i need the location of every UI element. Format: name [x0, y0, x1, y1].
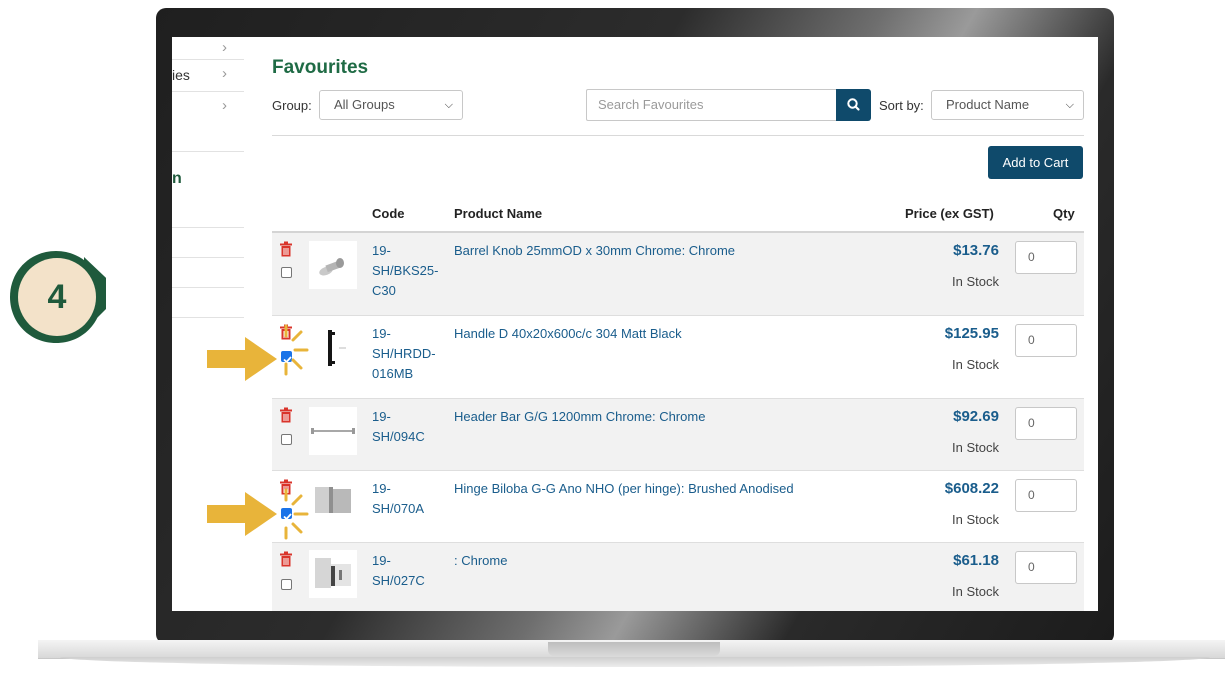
product-name-link[interactable]: : Chrome: [454, 553, 507, 568]
sort-select-value: Product Name: [946, 97, 1030, 112]
highlight-burst-icon: [284, 324, 309, 376]
column-header-code: Code: [372, 206, 405, 221]
arrow-right-icon: [207, 492, 277, 536]
column-header-qty: Qty: [1053, 206, 1075, 221]
quantity-input[interactable]: 0: [1015, 551, 1077, 584]
product-code[interactable]: 19- SH/BKS25- C30: [372, 241, 438, 301]
step-number: 4: [18, 258, 96, 336]
table-row: 19- SH/027C : Chrome $61.18 In Stock 0: [272, 543, 1084, 611]
glass-clamp-image: [315, 558, 351, 588]
product-thumbnail: [309, 550, 357, 598]
product-code[interactable]: 19- SH/070A: [372, 479, 424, 519]
sidebar-item[interactable]: ies ›: [172, 59, 244, 92]
sidebar-link[interactable]: [172, 287, 244, 318]
product-price: $13.76: [953, 242, 999, 259]
sidebar-item[interactable]: ›: [172, 91, 244, 152]
product-thumbnail: [309, 241, 357, 289]
sidebar-link[interactable]: [172, 197, 244, 228]
product-thumbnail: [309, 407, 357, 455]
column-header-product-name: Product Name: [454, 206, 543, 221]
sort-select[interactable]: Product Name ⌵: [931, 90, 1084, 120]
table-row: 19- SH/BKS25- C30 Barrel Knob 25mmOD x 3…: [272, 233, 1084, 316]
highlight-burst-icon: [284, 488, 309, 540]
stock-status: In Stock: [952, 440, 999, 455]
quantity-input[interactable]: 0: [1015, 407, 1077, 440]
chevron-right-icon: ›: [222, 65, 227, 82]
product-price: $61.18: [953, 552, 999, 569]
search-placeholder: Search Favourites: [598, 97, 704, 112]
product-price: $608.22: [944, 480, 999, 497]
trash-icon[interactable]: [279, 241, 293, 257]
group-select[interactable]: All Groups ⌵: [319, 90, 463, 120]
product-price: $125.95: [944, 325, 999, 342]
sidebar-link[interactable]: [172, 227, 244, 258]
page-title: Favourites: [272, 57, 369, 78]
table-row: 19- SH/070A Hinge Biloba G-G Ano NHO (pe…: [272, 471, 1084, 543]
search-icon: [847, 98, 860, 111]
add-to-cart-button[interactable]: Add to Cart: [988, 146, 1083, 179]
sort-label: Sort by:: [879, 98, 924, 113]
table-row: 19- SH/HRDD- 016MB Handle D 40x20x600c/c…: [272, 316, 1084, 399]
product-name-link[interactable]: Hinge Biloba G-G Ano NHO (per hinge): Br…: [454, 481, 794, 496]
stock-status: In Stock: [952, 584, 999, 599]
group-select-value: All Groups: [334, 97, 395, 112]
trash-icon[interactable]: [279, 407, 293, 423]
laptop-base-lip: [60, 657, 1210, 667]
product-code[interactable]: 19- SH/HRDD- 016MB: [372, 324, 436, 384]
product-name-link[interactable]: Handle D 40x20x600c/c 304 Matt Black: [454, 326, 682, 341]
select-checkbox[interactable]: [281, 579, 292, 590]
chevron-right-icon: ›: [222, 39, 227, 56]
laptop-notch: [548, 642, 720, 656]
column-header-price: Price (ex GST): [905, 206, 994, 221]
product-price: $92.69: [953, 408, 999, 425]
stock-status: In Stock: [952, 512, 999, 527]
group-label: Group:: [272, 98, 312, 113]
table-row: 19- SH/094C Header Bar G/G 1200mm Chrome…: [272, 399, 1084, 471]
product-code[interactable]: 19- SH/027C: [372, 551, 425, 591]
chevron-down-icon: ⌵: [1065, 99, 1074, 111]
chevron-down-icon: ⌵: [444, 99, 453, 111]
sidebar-item-label: ies: [172, 67, 190, 83]
search-button[interactable]: [836, 89, 871, 121]
stock-status: In Stock: [952, 357, 999, 372]
divider: [272, 135, 1084, 136]
select-checkbox[interactable]: [281, 434, 292, 445]
product-name-link[interactable]: Header Bar G/G 1200mm Chrome: Chrome: [454, 409, 705, 424]
barrel-knob-image: [319, 258, 344, 276]
quantity-input[interactable]: 0: [1015, 479, 1077, 512]
header-bar-image: [311, 428, 355, 434]
trash-icon[interactable]: [279, 551, 293, 567]
stock-status: In Stock: [952, 274, 999, 289]
select-checkbox[interactable]: [281, 267, 292, 278]
chevron-right-icon: ›: [222, 97, 227, 114]
sidebar-heading: n: [172, 170, 182, 187]
arrow-right-icon: [207, 337, 277, 381]
quantity-input[interactable]: 0: [1015, 241, 1077, 274]
product-name-link[interactable]: Barrel Knob 25mmOD x 30mm Chrome: Chrome: [454, 243, 735, 258]
sidebar-item[interactable]: ›: [172, 37, 244, 60]
product-code[interactable]: 19- SH/094C: [372, 407, 425, 447]
sidebar-link[interactable]: [172, 257, 244, 288]
quantity-input[interactable]: 0: [1015, 324, 1077, 357]
search-input[interactable]: Search Favourites: [586, 89, 837, 121]
